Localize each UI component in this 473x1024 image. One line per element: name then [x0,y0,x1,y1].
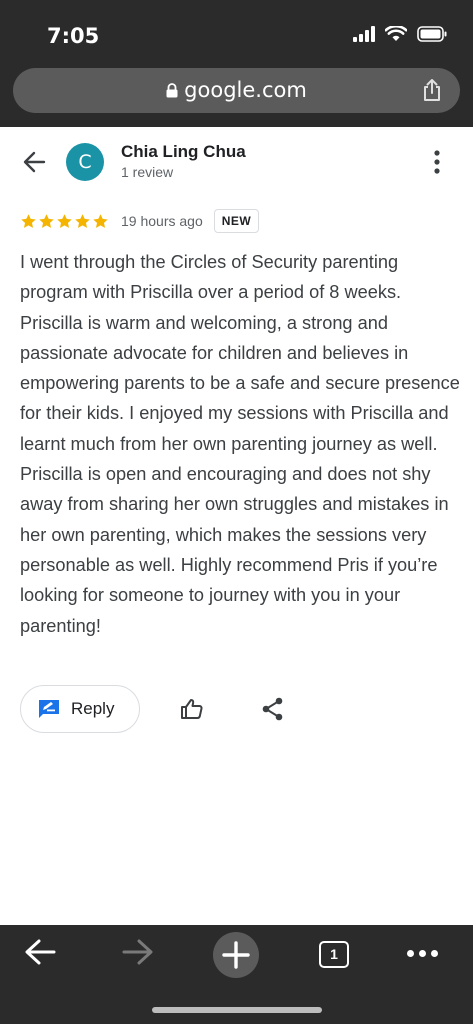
plus-icon [222,941,250,969]
share-icon[interactable] [422,78,442,102]
new-tab-button[interactable] [213,932,259,978]
reply-label: Reply [71,699,115,718]
review-page: C Chia Ling Chua 1 review 19 hours ago N… [0,127,473,925]
battery-icon [417,26,447,42]
star-icon [93,213,108,228]
review-time: 19 hours ago [121,213,203,229]
review-text: I went through the Circles of Security p… [20,252,460,636]
star-icon [21,213,36,228]
url-text: google.com [184,78,307,102]
nav-back-icon[interactable] [24,937,56,967]
forward-arrow-icon[interactable] [122,937,154,967]
tabs-icon[interactable]: 1 [319,941,349,968]
thumb-up-icon[interactable] [180,697,204,721]
share-nodes-icon[interactable] [262,697,284,721]
status-icons [353,26,447,42]
reviewer-review-count: 1 review [121,164,174,180]
new-badge: NEW [213,209,260,233]
home-indicator [152,1007,322,1013]
more-horiz-icon[interactable] [407,950,438,957]
address-bar[interactable]: google.com [13,68,460,113]
star-rating [20,213,109,230]
star-icon [39,213,54,228]
avatar[interactable]: C [66,143,104,181]
reply-button[interactable]: Reply [20,685,140,733]
lock-icon [166,83,178,98]
rating-row: 19 hours ago NEW [20,209,260,233]
review-actions: Reply [20,685,283,733]
star-icon [57,213,72,228]
browser-bottom-bar: 1 [0,925,473,1024]
more-vert-icon[interactable] [432,149,442,175]
browser-top-bar: 7:05 google.com [0,0,473,127]
back-arrow-icon[interactable] [22,149,48,175]
signal-icon [353,26,375,42]
reviewer-name[interactable]: Chia Ling Chua [121,142,246,162]
status-time: 7:05 [47,24,100,48]
wifi-icon [385,26,407,41]
star-icon [75,213,90,228]
reply-icon [39,700,59,718]
